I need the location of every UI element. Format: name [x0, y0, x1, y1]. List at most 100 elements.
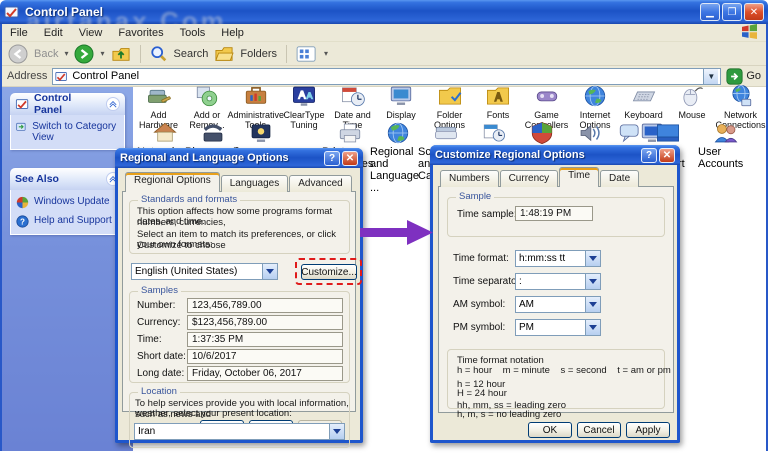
close-button[interactable]: ✕ — [744, 3, 764, 21]
views-icon[interactable] — [296, 45, 318, 63]
ok-button[interactable]: OK — [528, 422, 572, 438]
customize-regional-options-dialog: Customize Regional Options ? ✕ Numbers C… — [430, 145, 680, 443]
add-remove-programs-icon — [194, 83, 220, 109]
menu-favorites[interactable]: Favorites — [118, 27, 163, 39]
add-hardware-icon — [146, 83, 172, 109]
user-accounts-icon — [713, 120, 739, 146]
menu-edit[interactable]: Edit — [44, 27, 63, 39]
location-select[interactable]: Iran — [134, 423, 345, 440]
address-control-panel-icon — [55, 70, 68, 83]
time-separator-select[interactable]: : — [515, 273, 601, 290]
phone-modem-icon — [200, 120, 226, 146]
folders-icon[interactable] — [214, 45, 234, 63]
time-tab-panel: Sample Time sample: 1:48:19 PM Time form… — [438, 186, 674, 413]
chevron-up-icon[interactable] — [106, 97, 120, 111]
minimize-button[interactable]: ▁ — [700, 3, 720, 21]
sidebar-item-label: Help and Support — [34, 215, 112, 226]
tab-currency[interactable]: Currency — [500, 170, 559, 187]
game-controllers-icon — [534, 83, 560, 109]
tab-regional-options[interactable]: Regional Options — [125, 172, 220, 192]
regional-options-tab-panel: Standards and formats This option affect… — [122, 191, 356, 412]
tab-languages[interactable]: Languages — [221, 175, 289, 192]
maximize-button[interactable]: ❐ — [722, 3, 742, 21]
back-dropdown-icon[interactable]: ▾ — [64, 49, 68, 58]
go-button[interactable]: Go — [726, 68, 761, 85]
purple-arrow-annotation — [360, 218, 436, 248]
go-arrow-icon — [726, 68, 743, 85]
sidebar: Control Panel Switch to Category View — [2, 87, 133, 451]
see-also-panel-header[interactable]: See Also — [10, 168, 125, 190]
svg-text:?: ? — [20, 217, 25, 226]
time-sample-value: 1:48:19 PM — [515, 206, 593, 221]
sidebar-item-help-and-support[interactable]: ? Help and Support — [16, 215, 119, 228]
back-icon[interactable] — [8, 44, 28, 64]
menu-help[interactable]: Help — [221, 27, 244, 39]
sidebar-item-windows-update[interactable]: Windows Update — [16, 196, 119, 209]
control-panel-panel-header[interactable]: Control Panel — [10, 93, 125, 115]
menu-file[interactable]: File — [10, 27, 28, 39]
cp-item-user-accounts[interactable]: User Accounts — [698, 120, 754, 170]
toolbar-separator — [140, 45, 141, 63]
address-input[interactable]: Control Panel ▼ — [52, 68, 721, 85]
panel-title: Control Panel — [34, 93, 102, 116]
window-title: Control Panel — [25, 5, 700, 19]
title-bar[interactable]: Control Panel ▁ ❐ ✕ — [0, 0, 768, 24]
help-button[interactable]: ? — [641, 148, 657, 163]
sample-row-label: Number: — [137, 300, 175, 311]
regional-language-icon — [385, 120, 411, 146]
am-symbol-select[interactable]: AM — [515, 296, 601, 313]
chevron-down-icon[interactable] — [585, 251, 600, 266]
close-icon[interactable]: ✕ — [659, 148, 675, 163]
sample-time-value: 1:37:35 PM — [187, 332, 343, 347]
dialog-title: Customize Regional Options — [435, 149, 639, 161]
tab-advanced[interactable]: Advanced — [289, 175, 351, 192]
tab-numbers[interactable]: Numbers — [440, 170, 499, 187]
search-label[interactable]: Search — [174, 48, 209, 60]
fonts-icon — [485, 83, 511, 109]
network-setup-icon — [152, 120, 178, 146]
sidebar-item-label: Windows Update — [34, 196, 110, 207]
chevron-down-icon[interactable] — [262, 264, 277, 279]
dialog-title-bar[interactable]: Customize Regional Options ? ✕ — [430, 145, 680, 165]
tab-time[interactable]: Time — [559, 167, 599, 187]
go-label: Go — [746, 70, 761, 82]
chevron-down-icon[interactable] — [585, 297, 600, 312]
up-folder-icon[interactable] — [111, 45, 131, 63]
network-connections-icon — [728, 83, 754, 109]
date-time-icon — [340, 83, 366, 109]
toolbar: Back ▾ ▾ Search Folders ▾ — [2, 42, 766, 66]
internet-options-icon — [582, 83, 608, 109]
views-dropdown-icon[interactable]: ▾ — [324, 49, 328, 58]
help-support-icon: ? — [16, 215, 29, 228]
forward-dropdown-icon[interactable]: ▾ — [100, 49, 104, 58]
address-label: Address — [7, 70, 47, 82]
pm-symbol-select[interactable]: PM — [515, 319, 601, 336]
forward-icon[interactable] — [74, 44, 94, 64]
customize-highlight-box — [295, 258, 362, 285]
tab-date[interactable]: Date — [600, 170, 639, 187]
pm-symbol-label: PM symbol: — [453, 322, 505, 333]
cancel-button[interactable]: Cancel — [577, 422, 621, 438]
regional-language-options-dialog: Regional and Language Options ? ✕ Region… — [115, 148, 363, 443]
search-icon[interactable] — [150, 45, 168, 63]
chevron-down-icon[interactable] — [329, 424, 344, 439]
menu-view[interactable]: View — [79, 27, 103, 39]
dialog-title-bar[interactable]: Regional and Language Options ? ✕ — [115, 148, 363, 168]
control-panel-task-panel: Control Panel Switch to Category View — [10, 93, 125, 150]
time-format-select[interactable]: h:mm:ss tt — [515, 250, 601, 267]
close-icon[interactable]: ✕ — [342, 151, 358, 166]
category-view-icon — [16, 121, 27, 134]
address-dropdown-icon[interactable]: ▼ — [703, 69, 718, 84]
back-label[interactable]: Back — [34, 48, 58, 60]
format-select[interactable]: English (United States) — [131, 263, 278, 280]
menu-tools[interactable]: Tools — [180, 27, 206, 39]
chevron-down-icon[interactable] — [585, 274, 600, 289]
folders-label[interactable]: Folders — [240, 48, 277, 60]
apply-button[interactable]: Apply — [626, 422, 670, 438]
security-center-icon — [529, 120, 555, 146]
chevron-down-icon[interactable] — [585, 320, 600, 335]
sidebar-item-switch-category-view[interactable]: Switch to Category View — [16, 121, 119, 143]
sample-row-label: Short date: — [137, 351, 186, 362]
taskbar-start-menu-icon — [655, 120, 681, 146]
help-button[interactable]: ? — [324, 151, 340, 166]
